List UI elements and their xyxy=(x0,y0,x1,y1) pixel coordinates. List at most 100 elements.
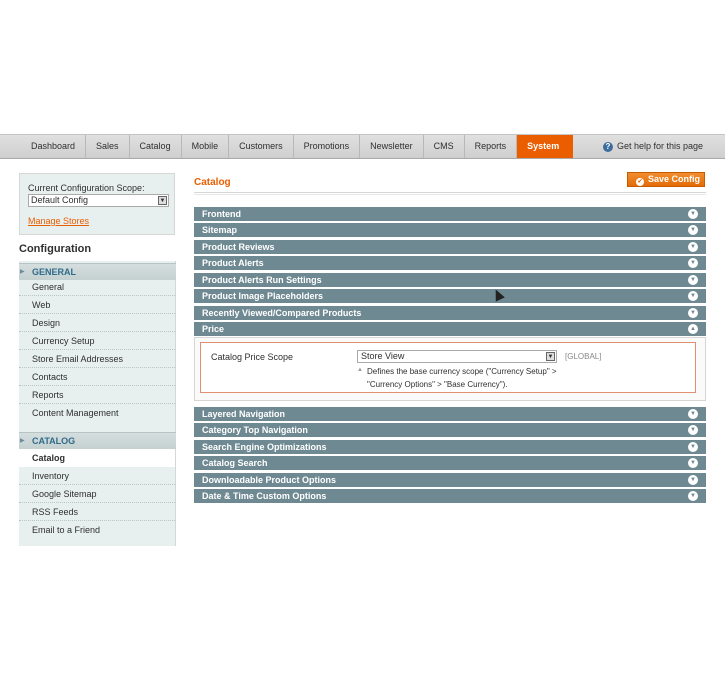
collapse-icon: ▲ xyxy=(688,324,698,334)
section-label: Recently Viewed/Compared Products xyxy=(202,308,362,318)
section-label: Product Reviews xyxy=(202,242,275,252)
sidebar-item-currency-setup[interactable]: Currency Setup xyxy=(19,332,175,350)
expand-icon: ▼ xyxy=(688,275,698,285)
section-product-reviews[interactable]: Product Reviews ▼ xyxy=(194,240,706,255)
section-layered-navigation[interactable]: Layered Navigation ▼ xyxy=(194,407,706,422)
sidebar-item-web[interactable]: Web xyxy=(19,296,175,314)
section-label: Search Engine Optimizations xyxy=(202,442,327,452)
nav-item-mobile[interactable]: Mobile xyxy=(182,135,230,158)
expand-icon: ▼ xyxy=(688,308,698,318)
scope-switcher: Current Configuration Scope: Default Con… xyxy=(19,173,175,235)
sidebar-item-label: RSS Feeds xyxy=(32,507,79,517)
section-label: Layered Navigation xyxy=(202,409,286,419)
nav-item-customers[interactable]: Customers xyxy=(229,135,294,158)
sidebar-item-label: Inventory xyxy=(32,471,70,481)
expand-icon: ▼ xyxy=(688,425,698,435)
section-frontend[interactable]: Frontend ▼ xyxy=(194,207,706,222)
sidebar-group-label: CATALOG xyxy=(32,436,76,446)
sidebar-item-label: Store Email Addresses xyxy=(32,354,124,364)
title-divider xyxy=(194,194,706,195)
top-navigation: Dashboard Sales Catalog Mobile Customers… xyxy=(0,134,725,159)
sidebar-item-design[interactable]: Design xyxy=(19,314,175,332)
section-label: Catalog Search xyxy=(202,458,268,468)
section-category-top-navigation[interactable]: Category Top Navigation ▼ xyxy=(194,423,706,438)
sidebar-item-label: Email to a Friend xyxy=(32,525,101,535)
sidebar-group-label: GENERAL xyxy=(32,267,77,277)
sidebar-item-label: Currency Setup xyxy=(32,336,95,346)
sidebar-item-label: Catalog xyxy=(32,453,66,463)
section-search-engine-optimizations[interactable]: Search Engine Optimizations ▼ xyxy=(194,440,706,455)
section-catalog-search[interactable]: Catalog Search ▼ xyxy=(194,456,706,471)
scope-label: Current Configuration Scope: xyxy=(28,183,145,193)
expand-icon: ▼ xyxy=(688,458,698,468)
section-recently-viewed[interactable]: Recently Viewed/Compared Products ▼ xyxy=(194,306,706,321)
config-sidebar: ▶ GENERAL General Web Design Currency Se… xyxy=(19,261,176,546)
expand-icon: ▼ xyxy=(688,409,698,419)
section-price[interactable]: Price ▲ xyxy=(194,322,706,337)
sidebar-item-store-email-addresses[interactable]: Store Email Addresses xyxy=(19,350,175,368)
section-sitemap[interactable]: Sitemap ▼ xyxy=(194,223,706,238)
sidebar-item-label: Content Management xyxy=(32,408,119,418)
section-date-time-custom-options[interactable]: Date & Time Custom Options ▼ xyxy=(194,489,706,504)
expand-icon: ▼ xyxy=(688,225,698,235)
field-note: Defines the base currency scope ("Curren… xyxy=(367,365,587,391)
section-downloadable-product-options[interactable]: Downloadable Product Options ▼ xyxy=(194,473,706,488)
manage-stores-link[interactable]: Manage Stores xyxy=(28,216,89,226)
sidebar-item-label: Web xyxy=(32,300,51,310)
sidebar-item-google-sitemap[interactable]: Google Sitemap xyxy=(19,485,175,503)
help-link[interactable]: ? Get help for this page xyxy=(602,135,703,158)
expand-icon: ▼ xyxy=(688,475,698,485)
caret-right-icon: ▶ xyxy=(20,438,25,444)
expand-icon: ▼ xyxy=(688,242,698,252)
sidebar-item-label: Design xyxy=(32,318,61,328)
save-config-button[interactable]: ✔ Save Config xyxy=(627,172,705,187)
nav-item-cms[interactable]: CMS xyxy=(424,135,465,158)
help-label: Get help for this page xyxy=(616,141,703,151)
nav-item-reports[interactable]: Reports xyxy=(465,135,518,158)
section-product-alerts-run-settings[interactable]: Product Alerts Run Settings ▼ xyxy=(194,273,706,288)
field-note-line: "Currency Options" > "Base Currency"). xyxy=(367,380,508,389)
scope-select[interactable]: Default Config ▼ xyxy=(28,194,169,207)
catalog-price-scope-label: Catalog Price Scope xyxy=(211,352,294,362)
sidebar-item-reports[interactable]: Reports xyxy=(19,386,175,404)
nav-item-sales[interactable]: Sales xyxy=(86,135,130,158)
nav-menu: Dashboard Sales Catalog Mobile Customers… xyxy=(21,135,574,158)
sidebar-item-label: Reports xyxy=(32,390,64,400)
sidebar-item-email-to-a-friend[interactable]: Email to a Friend xyxy=(19,521,175,539)
sidebar-item-label: Google Sitemap xyxy=(32,489,97,499)
sidebar-item-inventory[interactable]: Inventory xyxy=(19,467,175,485)
expand-icon: ▼ xyxy=(688,209,698,219)
sidebar-item-catalog[interactable]: Catalog xyxy=(19,449,175,467)
scope-tag: [GLOBAL] xyxy=(565,352,602,361)
note-arrow-icon: ▲ xyxy=(357,367,363,373)
section-label: Category Top Navigation xyxy=(202,425,308,435)
expand-icon: ▼ xyxy=(688,442,698,452)
help-icon: ? xyxy=(602,141,613,152)
nav-item-dashboard[interactable]: Dashboard xyxy=(21,135,87,158)
nav-item-promotions[interactable]: Promotions xyxy=(294,135,361,158)
expand-icon: ▼ xyxy=(688,291,698,301)
section-label: Price xyxy=(202,324,225,334)
page-title: Catalog xyxy=(194,177,231,188)
price-section-body: Catalog Price Scope Store View ▼ [GLOBAL… xyxy=(194,337,706,401)
catalog-price-scope-select[interactable]: Store View ▼ xyxy=(357,350,557,363)
scope-select-value: Default Config xyxy=(31,195,89,205)
sidebar-item-label: General xyxy=(32,282,65,292)
configuration-title: Configuration xyxy=(19,243,92,255)
chevron-down-icon: ▼ xyxy=(158,196,167,205)
section-label: Product Image Placeholders xyxy=(202,291,324,301)
nav-item-newsletter[interactable]: Newsletter xyxy=(360,135,424,158)
sidebar-item-contacts[interactable]: Contacts xyxy=(19,368,175,386)
section-product-alerts[interactable]: Product Alerts ▼ xyxy=(194,256,706,271)
section-product-image-placeholders[interactable]: Product Image Placeholders ▼ xyxy=(194,289,706,304)
nav-item-system[interactable]: System xyxy=(517,135,574,158)
section-label: Frontend xyxy=(202,209,241,219)
sidebar-item-content-management[interactable]: Content Management xyxy=(19,404,175,422)
sidebar-item-label: Contacts xyxy=(32,372,68,382)
section-label: Product Alerts Run Settings xyxy=(202,275,322,285)
sidebar-group-catalog[interactable]: ▶ CATALOG xyxy=(19,432,176,449)
sidebar-item-rss-feeds[interactable]: RSS Feeds xyxy=(19,503,175,521)
sidebar-item-general[interactable]: General xyxy=(19,278,175,296)
nav-item-catalog[interactable]: Catalog xyxy=(130,135,182,158)
chevron-down-icon: ▼ xyxy=(546,352,555,361)
